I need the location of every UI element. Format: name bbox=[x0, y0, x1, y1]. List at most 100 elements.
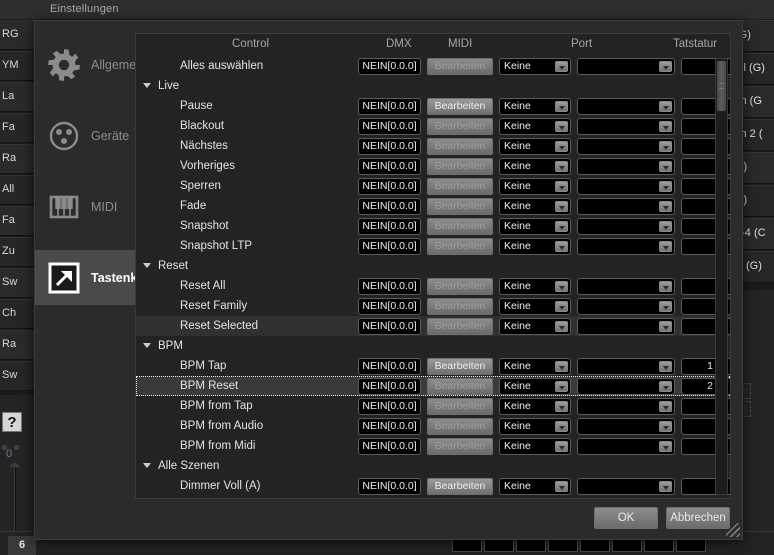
chevron-down-icon[interactable] bbox=[555, 121, 568, 132]
midi-edit-button[interactable]: Bearbeiten bbox=[427, 358, 493, 375]
dmx-field[interactable]: NEIN[0.0.0] bbox=[358, 238, 421, 255]
midi-edit-button[interactable]: Bearbeiten bbox=[427, 278, 493, 295]
knob-row[interactable] bbox=[2, 437, 30, 450]
chevron-down-icon[interactable] bbox=[659, 101, 672, 112]
sidebar-item-midi[interactable]: MIDI bbox=[35, 179, 140, 234]
chevron-down-icon[interactable] bbox=[555, 181, 568, 192]
dmx-field[interactable]: NEIN[0.0.0] bbox=[358, 378, 421, 395]
table-row[interactable]: Pause NEIN[0.0.0] Bearbeiten Keine bbox=[136, 96, 730, 116]
chevron-down-icon[interactable] bbox=[555, 441, 568, 452]
dmx-field[interactable]: NEIN[0.0.0] bbox=[358, 318, 421, 335]
dmx-field[interactable]: NEIN[0.0.0] bbox=[358, 58, 421, 75]
port-select[interactable] bbox=[577, 478, 675, 495]
chevron-down-icon[interactable] bbox=[555, 201, 568, 212]
chevron-down-icon[interactable] bbox=[555, 221, 568, 232]
background-left-item[interactable]: Ra bbox=[0, 144, 34, 174]
port-select[interactable] bbox=[577, 498, 675, 499]
table-row[interactable]: Blackout NEIN[0.0.0] Bearbeiten Keine bbox=[136, 116, 730, 136]
midi-select[interactable]: Keine bbox=[499, 98, 571, 115]
midi-select[interactable]: Keine bbox=[499, 238, 571, 255]
dmx-field[interactable]: NEIN[0.0.0] bbox=[358, 478, 421, 495]
port-select[interactable] bbox=[577, 298, 675, 315]
dmx-field[interactable]: NEIN[0.0.0] bbox=[358, 358, 421, 375]
chevron-down-icon[interactable] bbox=[659, 361, 672, 372]
midi-select[interactable]: Keine bbox=[499, 438, 571, 455]
dmx-field[interactable]: NEIN[0.0.0] bbox=[358, 398, 421, 415]
background-left-item[interactable]: Fa bbox=[0, 113, 34, 143]
table-row[interactable]: Dimmer Voll (A) NEIN[0.0.0] Bearbeiten Kein… bbox=[136, 476, 730, 496]
midi-select[interactable]: Keine bbox=[499, 138, 571, 155]
chevron-down-icon[interactable] bbox=[143, 463, 151, 468]
midi-edit-button[interactable]: Bearbeiten bbox=[427, 498, 493, 499]
chevron-down-icon[interactable] bbox=[555, 321, 568, 332]
dmx-field[interactable]: NEIN[0.0.0] bbox=[358, 158, 421, 175]
midi-select[interactable]: Keine bbox=[499, 198, 571, 215]
dmx-field[interactable]: NEIN[0.0.0] bbox=[358, 198, 421, 215]
midi-edit-button[interactable]: Bearbeiten bbox=[427, 378, 493, 395]
midi-edit-button[interactable]: Bearbeiten bbox=[427, 138, 493, 155]
table-row[interactable]: BPM from Tap NEIN[0.0.0] Bearbeiten Keine bbox=[136, 396, 730, 416]
midi-edit-button[interactable]: Bearbeiten bbox=[427, 98, 493, 115]
sidebar-item-allgemein[interactable]: Allgemein bbox=[35, 37, 146, 92]
background-left-item[interactable]: All bbox=[0, 175, 34, 205]
port-select[interactable] bbox=[577, 98, 675, 115]
midi-edit-button[interactable]: Bearbeiten bbox=[427, 198, 493, 215]
chevron-down-icon[interactable] bbox=[659, 161, 672, 172]
midi-select[interactable]: Keine bbox=[499, 398, 571, 415]
resize-grip-icon[interactable] bbox=[726, 523, 740, 537]
bottom-page-tag[interactable]: 6 bbox=[8, 536, 36, 555]
chevron-down-icon[interactable] bbox=[555, 381, 568, 392]
port-select[interactable] bbox=[577, 318, 675, 335]
midi-select[interactable]: Keine bbox=[499, 358, 571, 375]
keyboard-shortcut-field[interactable] bbox=[681, 498, 731, 499]
midi-edit-button[interactable]: Bearbeiten bbox=[427, 218, 493, 235]
chevron-down-icon[interactable] bbox=[555, 141, 568, 152]
cancel-button[interactable]: Abbrechen bbox=[666, 507, 730, 529]
table-row[interactable]: Reset All NEIN[0.0.0] Bearbeiten Keine bbox=[136, 276, 730, 296]
port-select[interactable] bbox=[577, 218, 675, 235]
background-left-item[interactable]: Sw bbox=[0, 268, 34, 298]
midi-select[interactable]: Keine bbox=[499, 58, 571, 75]
midi-select[interactable]: Keine bbox=[499, 118, 571, 135]
port-select[interactable] bbox=[577, 178, 675, 195]
port-select[interactable] bbox=[577, 58, 675, 75]
midi-edit-button[interactable]: Bearbeiten bbox=[427, 118, 493, 135]
midi-select[interactable]: Keine bbox=[499, 298, 571, 315]
fader-track[interactable] bbox=[14, 468, 16, 538]
dmx-field[interactable]: NEIN[0.0.0] bbox=[358, 438, 421, 455]
table-row[interactable]: Reset Family NEIN[0.0.0] Bearbeiten Keine bbox=[136, 296, 730, 316]
table-row[interactable]: BPM bbox=[136, 336, 730, 356]
midi-select[interactable]: Keine bbox=[499, 478, 571, 495]
sidebar-item-tastenk-rzel[interactable]: Tastenkürzel bbox=[35, 250, 167, 305]
port-select[interactable] bbox=[577, 398, 675, 415]
table-row[interactable]: Fade NEIN[0.0.0] Bearbeiten Keine bbox=[136, 196, 730, 216]
table-scrollbar[interactable] bbox=[715, 58, 728, 495]
chevron-down-icon[interactable] bbox=[143, 263, 151, 268]
table-row[interactable]: Reset Selected NEIN[0.0.0] Bearbeiten Keine bbox=[136, 316, 730, 336]
dmx-field[interactable]: NEIN[0.0.0] bbox=[358, 178, 421, 195]
chevron-down-icon[interactable] bbox=[143, 343, 151, 348]
chevron-down-icon[interactable] bbox=[659, 321, 672, 332]
port-select[interactable] bbox=[577, 438, 675, 455]
background-left-item[interactable]: Sw bbox=[0, 361, 34, 391]
table-row[interactable]: BPM from Audio NEIN[0.0.0] Bearbeiten Keine bbox=[136, 416, 730, 436]
background-left-item[interactable]: RG bbox=[0, 20, 34, 50]
dmx-field[interactable]: NEIN[0.0.0] bbox=[358, 118, 421, 135]
midi-edit-button[interactable]: Bearbeiten bbox=[427, 478, 493, 495]
table-row[interactable]: Snapshot NEIN[0.0.0] Bearbeiten Keine bbox=[136, 216, 730, 236]
chevron-down-icon[interactable] bbox=[659, 381, 672, 392]
chevron-down-icon[interactable] bbox=[555, 301, 568, 312]
dmx-field[interactable]: NEIN[0.0.0] bbox=[358, 98, 421, 115]
table-row[interactable]: Sperren NEIN[0.0.0] Bearbeiten Keine bbox=[136, 176, 730, 196]
background-left-item[interactable]: Fa bbox=[0, 206, 34, 236]
port-select[interactable] bbox=[577, 358, 675, 375]
midi-edit-button[interactable]: Bearbeiten bbox=[427, 238, 493, 255]
midi-select[interactable]: Keine bbox=[499, 498, 571, 499]
midi-select[interactable]: Keine bbox=[499, 278, 571, 295]
table-row[interactable]: Vorheriges NEIN[0.0.0] Bearbeiten Keine bbox=[136, 156, 730, 176]
chevron-down-icon[interactable] bbox=[659, 181, 672, 192]
table-row[interactable]: Alles auswählen NEIN[0.0.0] Bearbeiten Kein… bbox=[136, 56, 730, 76]
background-left-item[interactable]: La bbox=[0, 82, 34, 112]
background-left-item[interactable]: Ch bbox=[0, 299, 34, 329]
chevron-down-icon[interactable] bbox=[659, 201, 672, 212]
